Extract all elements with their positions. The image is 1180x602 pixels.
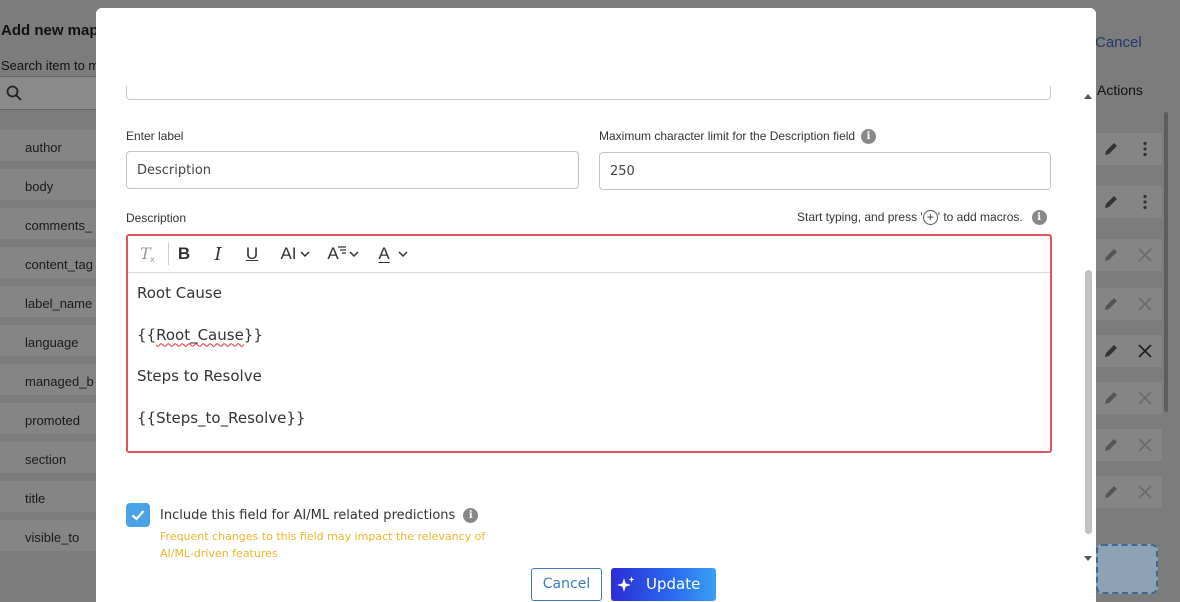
background-search-input <box>0 76 96 110</box>
ai-ml-checkbox[interactable] <box>126 503 150 527</box>
list-item: title <box>0 481 96 512</box>
list-item: content_tag <box>0 247 96 278</box>
pencil-icon <box>1105 249 1117 261</box>
clear-format-button[interactable]: T x <box>136 242 160 266</box>
more-vertical-icon <box>1143 141 1147 157</box>
checkmark-icon <box>131 510 145 521</box>
font-color-button[interactable]: A <box>374 242 412 266</box>
italic-button[interactable]: I <box>208 242 228 266</box>
chevron-down-icon <box>300 251 310 258</box>
toolbar-separator <box>168 243 169 265</box>
plus-circle-icon: + <box>922 210 938 226</box>
background-action-row <box>1096 476 1162 508</box>
editor-line: {{Steps_to_Resolve}} <box>137 408 306 427</box>
info-icon[interactable]: i <box>1031 210 1047 226</box>
update-label: Update <box>646 575 701 593</box>
background-action-row <box>1096 429 1162 461</box>
background-action-row <box>1096 382 1162 414</box>
pencil-icon <box>1105 392 1117 404</box>
bold-button[interactable]: B <box>174 242 194 266</box>
font-size-label: AI <box>280 244 297 263</box>
close-icon <box>1138 438 1152 452</box>
scroll-up-arrow[interactable] <box>1084 94 1092 99</box>
editor-line: Root Cause <box>137 284 222 302</box>
scroll-down-arrow[interactable] <box>1084 556 1092 561</box>
modal-scrollbar[interactable] <box>1081 88 1096 572</box>
edit-field-modal: Enter label Description Maximum characte… <box>96 8 1096 602</box>
background-action-row <box>1096 335 1162 367</box>
pencil-icon <box>1105 439 1117 451</box>
background-action-row <box>1096 288 1162 320</box>
editor-content[interactable]: Root Cause {{Root_Cause}} Steps to Resol… <box>137 284 305 450</box>
label-input[interactable]: Description <box>126 151 579 189</box>
description-editor: T x B I U AI A A Root Cause {{Root_Cause… <box>126 234 1052 453</box>
ai-ml-label: Include this field for AI/ML related pre… <box>160 508 479 523</box>
maxchar-label-text: Maximum character limit for the Descript… <box>599 129 856 143</box>
info-icon[interactable]: i <box>463 508 479 523</box>
list-item: visible_to <box>0 520 96 551</box>
list-item: comments_ <box>0 208 96 239</box>
update-button[interactable]: Update <box>611 568 716 601</box>
close-icon <box>1138 248 1152 262</box>
close-icon <box>1138 297 1152 311</box>
pencil-icon <box>1105 143 1117 155</box>
background-search-label: Search item to m <box>1 58 100 73</box>
svg-text:x: x <box>150 255 155 264</box>
background-cancel-link: Cancel <box>1095 34 1142 51</box>
background-action-row <box>1096 186 1162 218</box>
editor-line: Steps to Resolve <box>137 367 262 385</box>
macro-hint-before: Start typing, and press ' <box>797 210 923 224</box>
list-item: author <box>0 130 96 161</box>
ai-ml-label-text: Include this field for AI/ML related pre… <box>160 508 456 523</box>
list-item: body <box>0 169 96 200</box>
sparkle-icon <box>617 576 635 592</box>
label-field-label: Enter label <box>126 129 184 143</box>
close-icon <box>1138 485 1152 499</box>
search-icon <box>6 85 22 101</box>
modal-header <box>96 8 1096 86</box>
list-item: promoted <box>0 403 96 434</box>
background-action-row <box>1096 133 1162 165</box>
chevron-down-icon <box>349 251 359 258</box>
description-label: Description <box>126 211 187 225</box>
background-action-row <box>1096 239 1162 271</box>
font-size-button[interactable]: AI <box>275 242 315 266</box>
chevron-down-icon <box>398 251 408 258</box>
background-actions-header: Actions <box>1097 82 1143 98</box>
cancel-button[interactable]: Cancel <box>531 568 602 601</box>
list-item: label_name <box>0 286 96 317</box>
pencil-icon <box>1105 196 1117 208</box>
editor-line: {{Root_Cause}} <box>137 325 263 344</box>
previous-field-partial <box>126 86 1051 100</box>
maxchar-label: Maximum character limit for the Descript… <box>599 129 877 145</box>
background-field-list: author body comments_ content_tag label_… <box>0 130 96 559</box>
pencil-icon <box>1105 298 1117 310</box>
list-item: language <box>0 325 96 356</box>
info-icon[interactable]: i <box>861 129 877 145</box>
clear-format-icon: T x <box>140 244 155 264</box>
modal-body: Enter label Description Maximum characte… <box>96 86 1084 602</box>
ai-ml-warning: Frequent changes to this field may impac… <box>160 530 486 560</box>
macro-name: Root_Cause <box>156 325 244 344</box>
maxchar-input[interactable]: 250 <box>599 152 1051 190</box>
close-icon <box>1138 391 1152 405</box>
line-height-button[interactable]: A <box>324 242 362 266</box>
pencil-icon <box>1105 486 1117 498</box>
more-vertical-icon <box>1143 194 1147 210</box>
list-item: section <box>0 442 96 473</box>
background-scrollbar <box>1164 112 1168 412</box>
list-item: managed_b <box>0 364 96 395</box>
background-focused-button <box>1096 544 1158 594</box>
macro-hint-after: ' to add macros. <box>937 210 1023 224</box>
scroll-thumb[interactable] <box>1085 270 1092 534</box>
editor-toolbar: T x B I U AI A A <box>128 236 1050 273</box>
background-title: Add new map <box>1 22 99 39</box>
font-color-label: A <box>378 244 390 263</box>
lines-icon <box>337 246 346 254</box>
underline-button[interactable]: U <box>242 242 262 266</box>
macro-hint: Start typing, and press ' + ' to add macro… <box>797 210 1047 226</box>
close-icon <box>1138 344 1152 358</box>
pencil-icon <box>1105 345 1117 357</box>
